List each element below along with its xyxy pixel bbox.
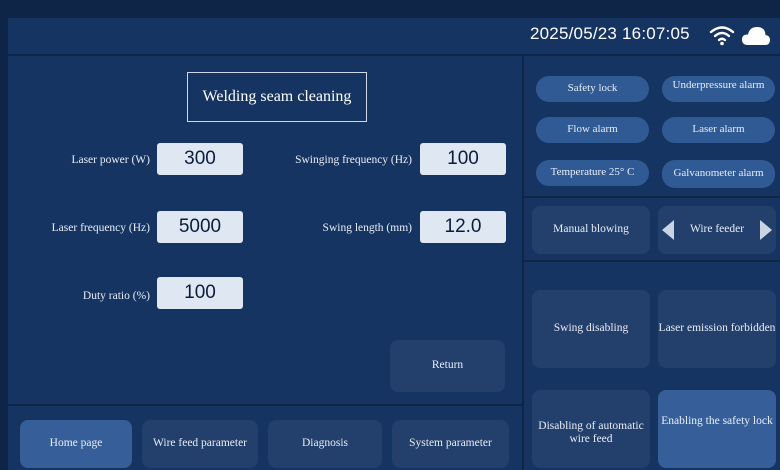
laser-frequency-label: Laser frequency (Hz): [51, 222, 150, 234]
enable-safety-lock-button[interactable]: Enabling the safety lock: [658, 390, 776, 468]
datetime-display: 2025/05/23 16:07:05: [530, 24, 690, 43]
swinging-frequency-input[interactable]: 100: [420, 143, 506, 175]
wifi-icon: [709, 26, 735, 46]
duty-ratio-label: Duty ratio (%): [82, 290, 150, 302]
swing-length-input[interactable]: 12.0: [420, 211, 506, 243]
page-title: Welding seam cleaning: [187, 72, 367, 122]
laser-frequency-input[interactable]: 5000: [157, 211, 243, 243]
return-button[interactable]: Return: [390, 340, 505, 392]
laser-emission-forbidden-button[interactable]: Laser emission forbidden: [658, 290, 776, 368]
cloud-icon: [742, 27, 770, 45]
wire-feeder-left-arrow-icon[interactable]: [662, 220, 674, 240]
wire-feeder-right-arrow-icon[interactable]: [760, 220, 772, 240]
swing-length-label: Swing length (mm): [322, 222, 412, 234]
nav-diagnosis-button[interactable]: Diagnosis: [268, 420, 382, 468]
swing-disabling-button[interactable]: Swing disabling: [532, 290, 650, 368]
nav-system-parameter-button[interactable]: System parameter: [392, 420, 509, 468]
nav-home-page-button[interactable]: Home page: [20, 420, 132, 468]
laser-power-label: Laser power (W): [71, 154, 150, 166]
temperature-indicator: Temperature 25° C: [536, 160, 649, 186]
manual-blowing-button[interactable]: Manual blowing: [532, 206, 650, 254]
duty-ratio-input[interactable]: 100: [157, 277, 243, 309]
laser-alarm-indicator: Laser alarm: [662, 117, 775, 143]
swinging-frequency-label: Swinging frequency (Hz): [295, 154, 412, 166]
disable-automatic-wire-feed-button[interactable]: Disabling of automatic wire feed: [532, 390, 650, 468]
wire-feeder-button[interactable]: Wire feeder: [658, 206, 776, 254]
underpressure-alarm-indicator: Underpressure alarm: [662, 76, 775, 102]
galvanometer-alarm-indicator: Galvanometer alarm: [662, 160, 775, 188]
safety-lock-indicator: Safety lock: [536, 76, 649, 102]
nav-wire-feed-parameter-button[interactable]: Wire feed parameter: [142, 420, 258, 468]
flow-alarm-indicator: Flow alarm: [536, 117, 649, 143]
laser-power-input[interactable]: 300: [157, 143, 243, 175]
